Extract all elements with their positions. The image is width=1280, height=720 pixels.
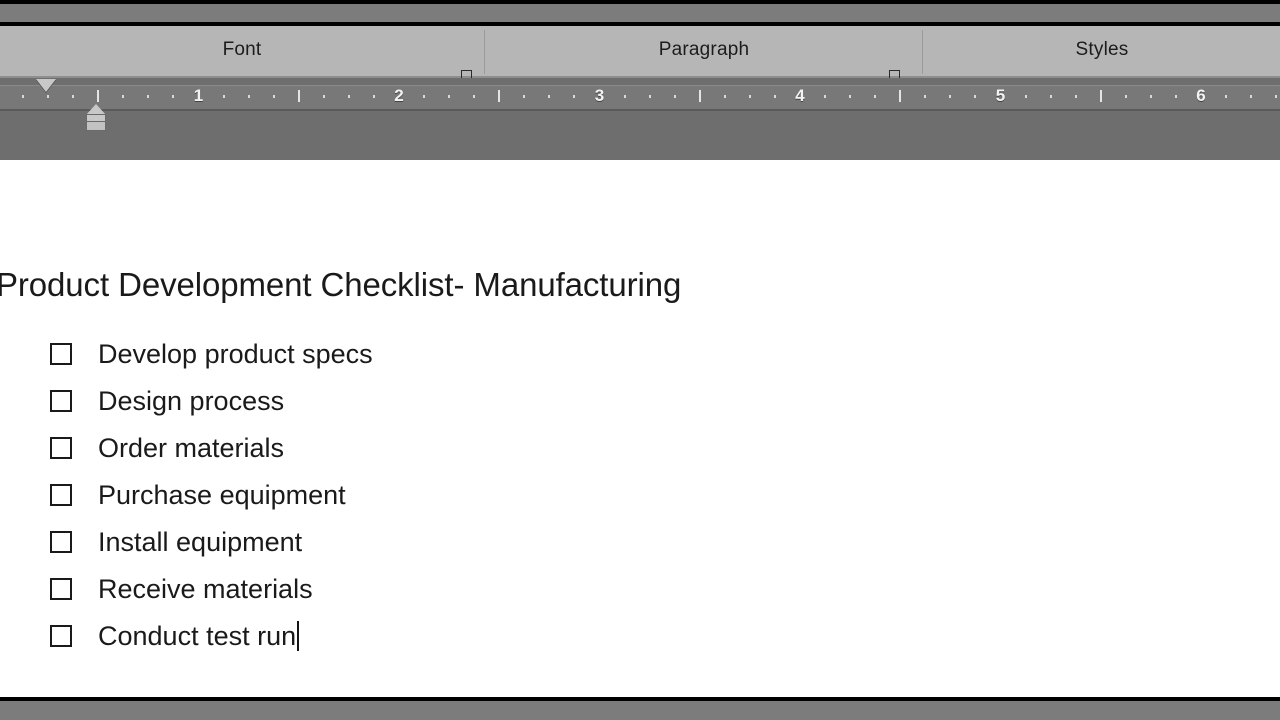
- checklist-list: Develop product specs Design process Order…: [0, 330, 1280, 659]
- checklist-item[interactable]: Purchase equipment: [0, 471, 1280, 518]
- ruler-eighth-inch-tick: [122, 95, 125, 98]
- ruler-eighth-inch-tick: [448, 95, 451, 98]
- ruler-eighth-inch-tick: [523, 95, 526, 98]
- ruler-eighth-inch-tick: [272, 95, 275, 98]
- ruler-eighth-inch-tick: [247, 95, 250, 98]
- ruler-eighth-inch-tick: [172, 95, 175, 98]
- ruler-eighth-inch-tick: [1250, 95, 1253, 98]
- ruler-eighth-inch-tick: [347, 95, 350, 98]
- ruler-eighth-inch-tick: [648, 95, 651, 98]
- ruler-eighth-inch-tick: [1049, 95, 1052, 98]
- ruler-eighth-inch-tick: [1024, 95, 1027, 98]
- ruler-inch-number: 1: [193, 86, 204, 105]
- ruler-eighth-inch-tick: [924, 95, 927, 98]
- ruler-half-inch-tick: [297, 90, 300, 102]
- checklist-item-label: Develop product specs: [98, 338, 373, 369]
- ruler-half-inch-tick: [97, 90, 100, 102]
- ruler-half-inch-tick: [899, 90, 902, 102]
- ruler-eighth-inch-tick: [773, 95, 776, 98]
- horizontal-ruler[interactable]: 1 2 3 4 5 6: [0, 78, 1280, 160]
- ribbon-group-paragraph[interactable]: Paragraph: [486, 26, 922, 76]
- checklist-item-label: Receive materials: [98, 573, 313, 604]
- ribbon-group-divider: [922, 30, 923, 74]
- empty-checkbox-icon[interactable]: [50, 389, 72, 412]
- ruler-eighth-inch-tick: [1225, 95, 1228, 98]
- ruler-eighth-inch-tick: [1074, 95, 1077, 98]
- window-title-bar-strip: [0, 4, 1280, 22]
- ruler-eighth-inch-tick: [22, 95, 25, 98]
- checklist-item[interactable]: Order materials: [0, 424, 1280, 471]
- ruler-eighth-inch-tick: [874, 95, 877, 98]
- empty-checkbox-icon[interactable]: [50, 342, 72, 365]
- left-indent-box-icon: [86, 121, 106, 131]
- checklist-item[interactable]: Install equipment: [0, 518, 1280, 565]
- ruler-eighth-inch-tick: [72, 95, 75, 98]
- ribbon-group-font-label: Font: [222, 39, 262, 60]
- ribbon-group-labels-bar: Font Paragraph Styles: [0, 26, 1280, 83]
- ruler-half-inch-tick: [498, 90, 501, 102]
- ruler-eighth-inch-tick: [748, 95, 751, 98]
- ribbon-group-paragraph-label: Paragraph: [658, 39, 750, 60]
- status-bar-strip: [0, 701, 1280, 720]
- hanging-indent-marker[interactable]: [86, 104, 106, 131]
- ruler-eighth-inch-tick: [548, 95, 551, 98]
- text-cursor-caret: [297, 620, 300, 651]
- ribbon-group-styles-label: Styles: [1075, 39, 1129, 60]
- ruler-inch-number: 6: [1196, 86, 1206, 105]
- ruler-eighth-inch-tick: [322, 95, 325, 98]
- checklist-item-label: Design process: [98, 385, 285, 416]
- checklist-item-label: Purchase equipment: [98, 479, 346, 510]
- empty-checkbox-icon[interactable]: [50, 436, 72, 459]
- checklist-item[interactable]: Design process: [0, 377, 1280, 424]
- ruler-half-inch-tick: [1099, 90, 1102, 102]
- ruler-eighth-inch-tick: [673, 95, 676, 98]
- ruler-inch-number: 2: [394, 86, 404, 105]
- empty-checkbox-icon[interactable]: [50, 483, 72, 506]
- ruler-eighth-inch-tick: [849, 95, 852, 98]
- ruler-eighth-inch-tick: [573, 95, 576, 98]
- ribbon-group-divider: [484, 30, 485, 74]
- ruler-eighth-inch-tick: [147, 95, 150, 98]
- document-title-heading: Product Development Checklist- Manufactu…: [0, 266, 682, 303]
- ruler-half-inch-tick: [698, 90, 701, 102]
- ribbon-group-font[interactable]: Font: [0, 26, 484, 76]
- ruler-eighth-inch-tick: [473, 95, 476, 98]
- ruler-inch-number: 5: [995, 86, 1006, 105]
- checklist-item[interactable]: Conduct test run: [0, 612, 1280, 659]
- ruler-eighth-inch-tick: [423, 95, 426, 98]
- ruler-inch-number: 4: [795, 86, 805, 105]
- ruler-eighth-inch-tick: [1124, 95, 1127, 98]
- empty-checkbox-icon[interactable]: [50, 577, 72, 600]
- checklist-item-label: Conduct test run: [98, 620, 300, 652]
- checklist-item[interactable]: Receive materials: [0, 565, 1280, 612]
- checklist-item-label: Install equipment: [98, 526, 303, 557]
- empty-checkbox-icon[interactable]: [50, 530, 72, 553]
- first-line-indent-marker[interactable]: [36, 79, 56, 92]
- ruler-eighth-inch-tick: [372, 95, 375, 98]
- ruler-eighth-inch-tick: [824, 95, 827, 98]
- ruler-eighth-inch-tick: [1174, 95, 1177, 98]
- word-document-window: Font Paragraph Styles 1 2 3 4 5 6 Product Dev…: [0, 0, 1280, 720]
- checklist-item[interactable]: Develop product specs: [0, 330, 1280, 377]
- ruler-eighth-inch-tick: [222, 95, 225, 98]
- ruler-eighth-inch-tick: [47, 95, 50, 98]
- ruler-eighth-inch-tick: [1149, 95, 1152, 98]
- ribbon-group-styles[interactable]: Styles: [924, 26, 1280, 76]
- empty-checkbox-icon[interactable]: [50, 624, 72, 647]
- ruler-eighth-inch-tick: [949, 95, 952, 98]
- ruler-measure-strip[interactable]: [0, 85, 1280, 111]
- document-page[interactable]: Product Development Checklist- Manufactu…: [0, 160, 1280, 697]
- ruler-inch-number: 3: [594, 86, 605, 105]
- ruler-eighth-inch-tick: [1275, 95, 1278, 98]
- ruler-eighth-inch-tick: [723, 95, 726, 98]
- ruler-eighth-inch-tick: [623, 95, 626, 98]
- checklist-item-label: Order materials: [98, 432, 285, 463]
- ruler-eighth-inch-tick: [974, 95, 977, 98]
